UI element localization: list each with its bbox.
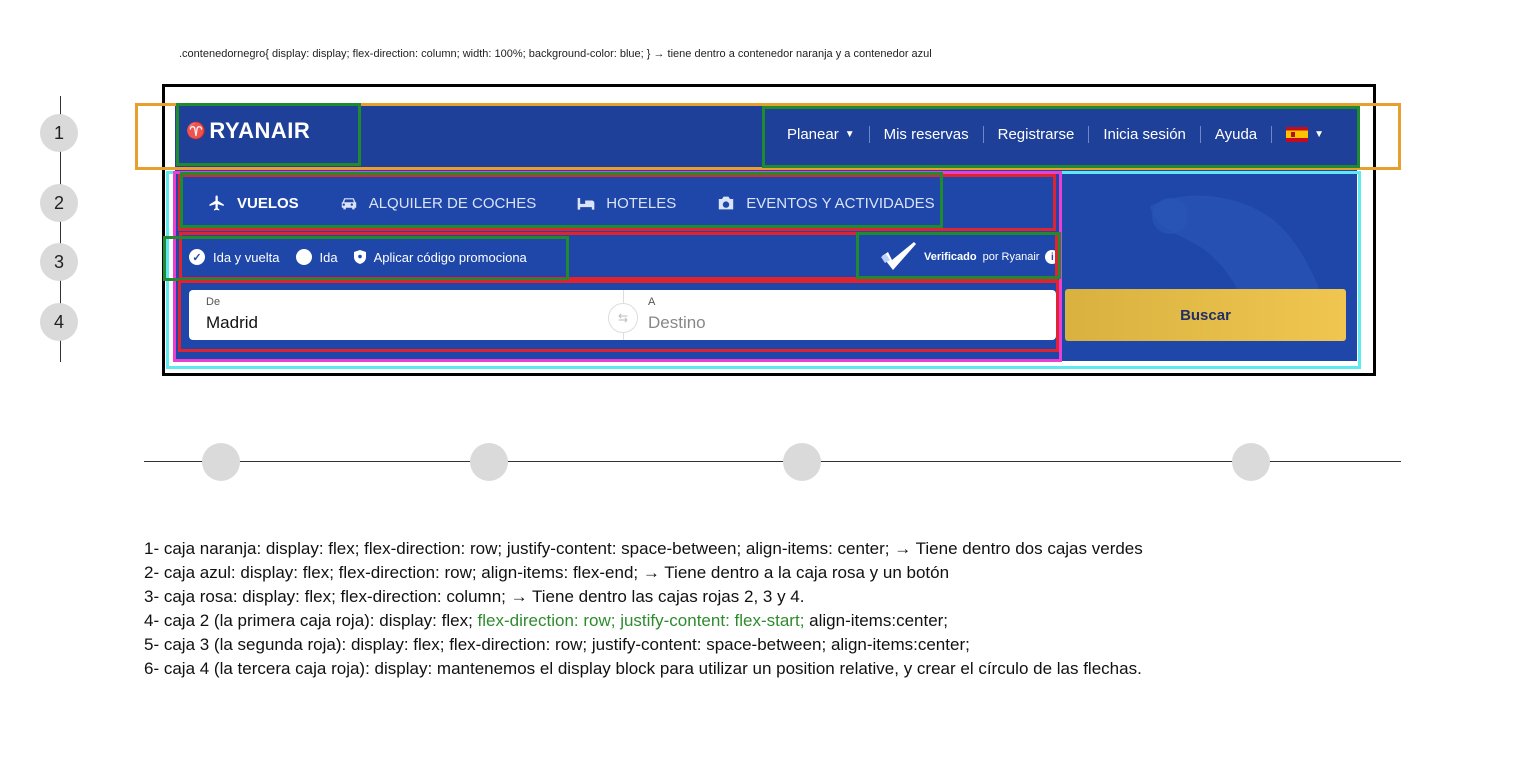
note-2: 2- caja azul: display: flex; flex-direct… — [144, 563, 950, 582]
nav-label: Inicia sesión — [1103, 125, 1186, 143]
bed-icon — [577, 198, 595, 210]
option-promo-code[interactable]: Aplicar código promociona — [353, 249, 527, 265]
nav-label: Registrarse — [997, 125, 1075, 143]
verified-label-bold: Verificado — [924, 251, 977, 263]
camera-icon — [719, 196, 734, 210]
note-1: 1- caja naranja: display: flex; flex-dir… — [144, 539, 1143, 558]
note-5: 5- caja 3 (la segunda roja): display: fl… — [144, 635, 970, 654]
note-6: 6- caja 4 (la tercera caja roja): displa… — [144, 659, 1142, 678]
main-nav: Planear ▼ Mis reservas Registrarse Inici… — [773, 112, 1338, 156]
step-marker-3: 3 — [40, 243, 78, 281]
chevron-down-icon: ▼ — [1314, 128, 1325, 140]
nav-item-ayuda[interactable]: Ayuda — [1201, 126, 1271, 143]
css-note-container: .contenedornegro{ display: display; flex… — [179, 48, 932, 60]
promo-badge-icon — [353, 250, 366, 264]
destination-placeholder: Destino — [648, 313, 706, 332]
note-4-highlight: flex-direction: row; justify-content: fl… — [477, 611, 805, 630]
tab-label: ALQUILER DE COCHES — [368, 194, 537, 212]
timeline-dot — [783, 443, 821, 481]
tab-eventos-y-actividades[interactable]: EVENTOS Y ACTIVIDADES — [696, 195, 954, 212]
trip-options: ✓ Ida y vuelta Ida Aplicar código promoc… — [189, 242, 527, 272]
verified-by-ryanair[interactable]: Verificado por Ryanair i — [880, 241, 1060, 273]
tab-alquiler-de-coches[interactable]: ALQUILER DE COCHES — [319, 195, 557, 212]
language-selector[interactable]: ▼ — [1272, 126, 1338, 142]
timeline-dot — [202, 443, 240, 481]
search-button[interactable]: Buscar — [1065, 289, 1346, 341]
nav-label: Ayuda — [1214, 125, 1258, 143]
tab-label: EVENTOS Y ACTIVIDADES — [746, 194, 935, 212]
nav-item-mis-reservas[interactable]: Mis reservas — [870, 126, 983, 143]
nav-label: Mis reservas — [883, 125, 969, 143]
tab-label: HOTELES — [606, 194, 677, 212]
note-3: 3- caja rosa: display: flex; flex-direct… — [144, 587, 805, 606]
logo[interactable]: ♈ RYANAIR — [186, 118, 310, 144]
option-ida[interactable]: Ida — [295, 249, 338, 265]
harp-logo-icon: ♈ — [186, 123, 207, 140]
timeline-dot — [470, 443, 508, 481]
car-icon — [341, 198, 356, 210]
nav-item-inicia-sesion[interactable]: Inicia sesión — [1089, 126, 1200, 143]
timeline-line — [144, 461, 1401, 462]
logo-text: RYANAIR — [209, 118, 311, 143]
note-4-part-b: align-items:center; — [804, 611, 949, 630]
swap-arrows-icon[interactable]: ⇆ — [608, 303, 638, 333]
chevron-down-icon: ▼ — [844, 128, 855, 140]
option-label: Ida — [319, 249, 338, 265]
note-4-part-a: 4- caja 2 (la primera caja roja): displa… — [144, 611, 478, 630]
note-4: 4- caja 2 (la primera caja roja): displa… — [144, 609, 1143, 633]
check-circle-icon: ✓ — [189, 249, 205, 265]
layout-notes: 1- caja naranja: display: flex; flex-dir… — [144, 537, 1143, 681]
destination-field[interactable]: A Destino — [624, 290, 1056, 340]
info-icon[interactable]: i — [1045, 250, 1060, 264]
origin-value: Madrid — [206, 313, 258, 332]
nav-item-planear[interactable]: Planear ▼ — [773, 126, 869, 143]
plane-icon — [209, 195, 224, 211]
tab-vuelos[interactable]: VUELOS — [187, 194, 319, 212]
verified-check-icon — [881, 242, 916, 270]
tab-hoteles[interactable]: HOTELES — [556, 195, 696, 212]
origin-field[interactable]: De Madrid — [189, 290, 623, 340]
destination-label: A — [648, 296, 656, 308]
radio-icon — [295, 249, 312, 265]
tab-label: VUELOS — [237, 194, 299, 212]
step-marker-2: 2 — [40, 184, 78, 222]
spain-flag-icon — [1286, 126, 1309, 142]
step-marker-4: 4 — [40, 303, 78, 341]
nav-label: Planear — [787, 125, 839, 143]
option-ida-y-vuelta[interactable]: ✓ Ida y vuelta — [189, 249, 280, 265]
option-label: Ida y vuelta — [213, 249, 280, 265]
origin-label: De — [206, 296, 221, 308]
option-label: Aplicar código promociona — [373, 249, 527, 265]
product-tabs: VUELOS ALQUILER DE COCHES HOTELES EVENTO… — [187, 178, 955, 228]
timeline-dot — [1232, 443, 1270, 481]
step-marker-1: 1 — [40, 114, 78, 152]
nav-item-registrarse[interactable]: Registrarse — [984, 126, 1089, 143]
verified-label: por Ryanair — [982, 251, 1040, 263]
